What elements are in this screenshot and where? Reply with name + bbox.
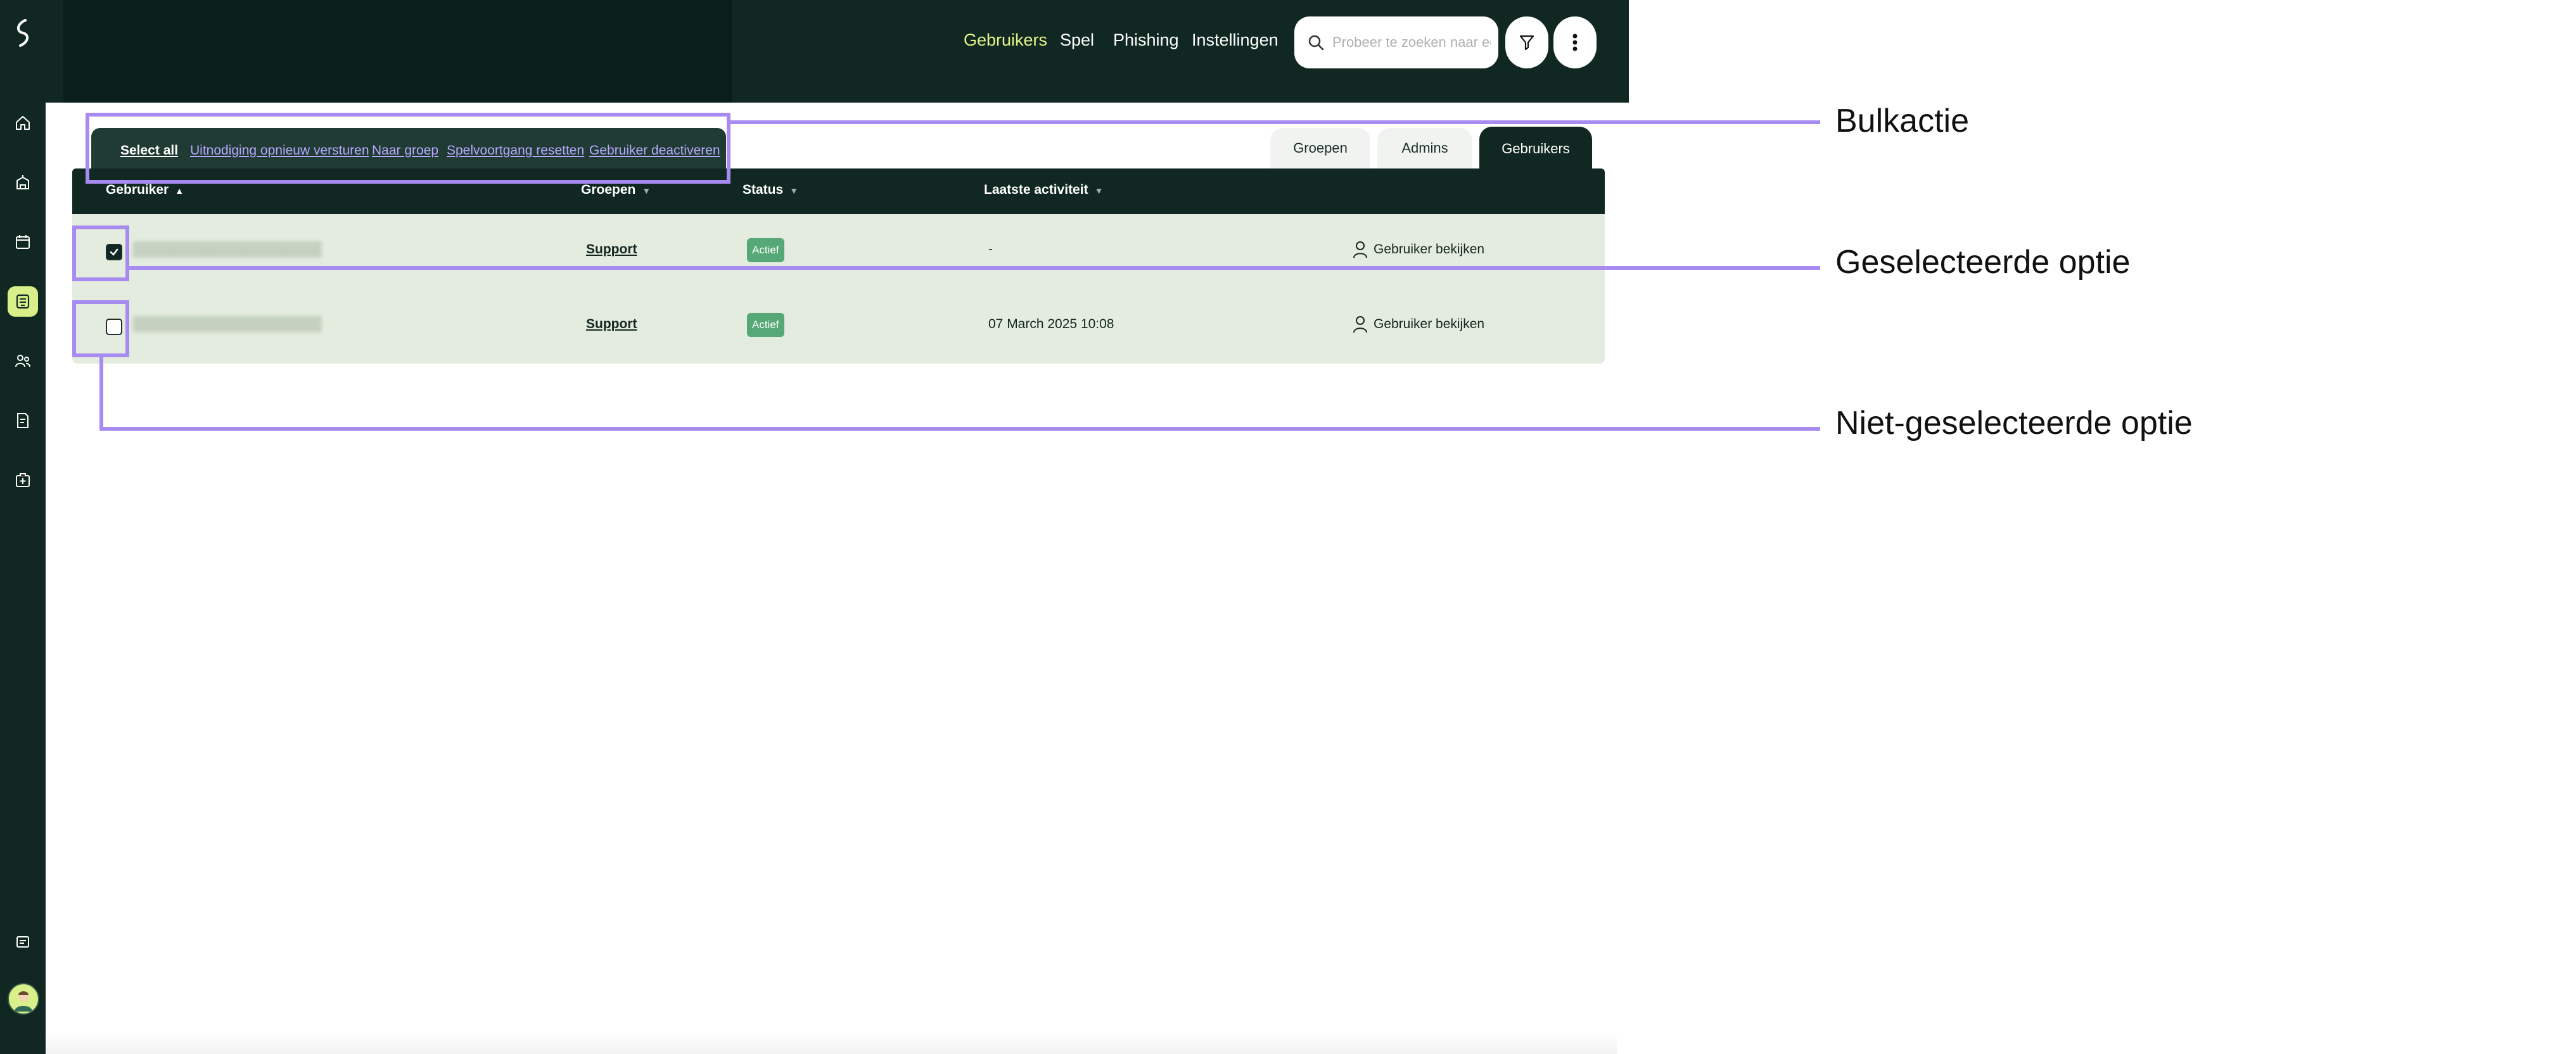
column-header-status[interactable]: Status ▼ <box>743 182 798 198</box>
users-icon[interactable] <box>8 346 38 376</box>
sort-icon: ▼ <box>642 186 651 196</box>
selected-option-highlight <box>72 225 129 281</box>
more-vertical-icon <box>1572 34 1578 51</box>
tab-admins[interactable]: Admins <box>1377 128 1472 168</box>
more-options-button[interactable] <box>1553 16 1597 68</box>
nav-instellingen[interactable]: Instellingen <box>1192 30 1278 56</box>
left-sidebar <box>0 0 46 1054</box>
selected-option-connector <box>129 266 1820 270</box>
app-logo-icon[interactable] <box>8 15 38 51</box>
status-badge: Actief <box>747 313 784 337</box>
bulk-action-highlight <box>86 113 730 184</box>
user-icon <box>1353 316 1367 333</box>
column-header-groups[interactable]: Groepen ▼ <box>581 182 651 198</box>
building-icon[interactable] <box>8 167 38 198</box>
tab-gebruikers[interactable]: Gebruikers <box>1479 127 1592 171</box>
calendar-icon[interactable] <box>8 227 38 257</box>
bottom-edge <box>46 1031 1617 1054</box>
column-header-last-activity[interactable]: Laatste activiteit ▼ <box>984 182 1103 198</box>
unselected-option-connector-vertical <box>99 357 103 431</box>
nav-spel[interactable]: Spel <box>1060 30 1094 56</box>
group-link[interactable]: Support <box>586 242 637 257</box>
table-row[interactable]: ████████████████████ Support Actief 07 M… <box>72 289 1605 364</box>
tab-groepen[interactable]: Groepen <box>1270 128 1370 168</box>
last-activity: 07 March 2025 10:08 <box>988 317 1114 331</box>
search-box[interactable] <box>1294 16 1498 68</box>
unselected-option-highlight <box>72 300 129 357</box>
avatar[interactable] <box>8 983 39 1015</box>
view-user-button[interactable]: Gebruiker bekijken <box>1352 312 1484 337</box>
game-icon[interactable] <box>8 286 38 317</box>
bulk-action-connector <box>730 120 1820 124</box>
briefcase-plus-icon[interactable] <box>8 465 38 495</box>
bulk-action-label: Bulkactie <box>1835 103 1969 139</box>
filter-button[interactable] <box>1505 16 1548 68</box>
unselected-option-connector <box>99 427 1820 431</box>
sort-icon: ▼ <box>1094 186 1104 196</box>
message-icon[interactable] <box>8 927 38 958</box>
nav-gebruikers[interactable]: Gebruikers <box>964 30 1047 56</box>
search-icon <box>1308 35 1324 51</box>
search-input[interactable] <box>1331 34 1492 51</box>
user-email-redacted: ████████████████████ <box>133 317 322 331</box>
view-user-button[interactable]: Gebruiker bekijken <box>1352 237 1484 262</box>
sort-icon: ▼ <box>789 186 799 196</box>
table-row[interactable]: ████████████████████ Support Actief - Ge… <box>72 214 1605 290</box>
sort-asc-icon: ▲ <box>175 186 184 196</box>
nav-phishing[interactable]: Phishing <box>1113 30 1179 56</box>
status-badge: Actief <box>747 238 784 262</box>
unselected-option-label: Niet-geselecteerde optie <box>1835 405 2193 441</box>
top-bar-left-panel <box>63 0 732 103</box>
selected-option-label: Geselecteerde optie <box>1835 244 2131 281</box>
home-icon[interactable] <box>8 108 38 138</box>
last-activity: - <box>988 242 993 257</box>
group-link[interactable]: Support <box>586 317 637 332</box>
column-header-user[interactable]: Gebruiker ▲ <box>106 182 184 198</box>
user-email-redacted: ████████████████████ <box>133 242 322 257</box>
report-icon[interactable] <box>8 405 38 436</box>
user-icon <box>1353 241 1367 258</box>
filter-icon <box>1519 35 1534 51</box>
